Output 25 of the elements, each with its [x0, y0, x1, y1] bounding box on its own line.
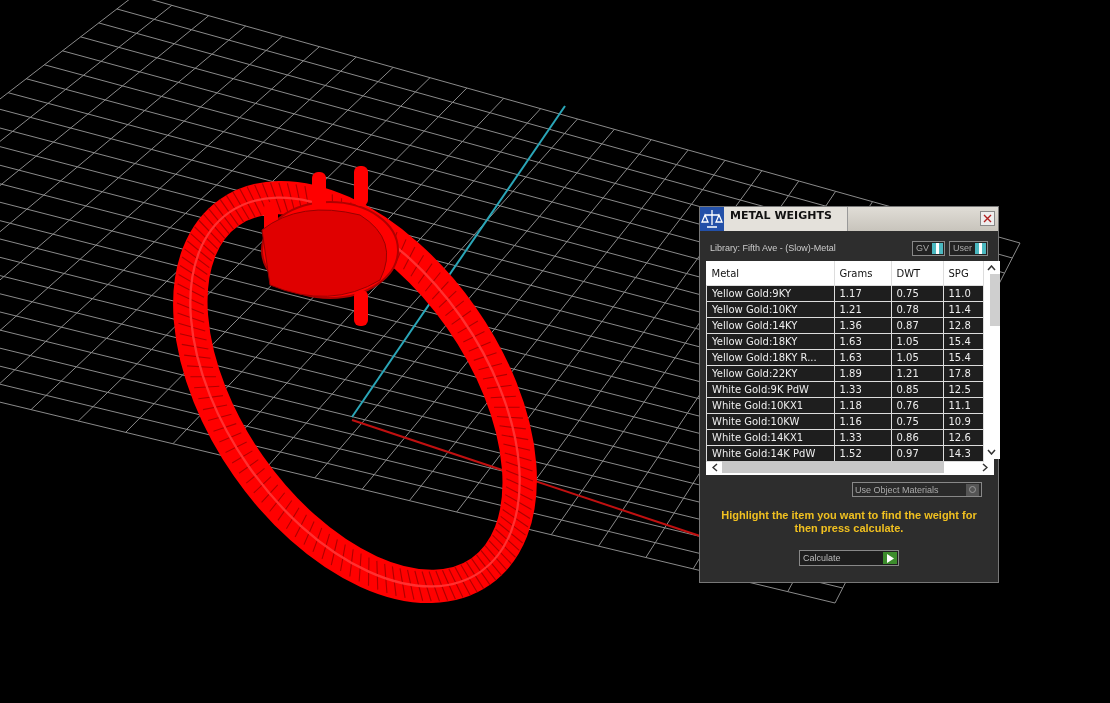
close-icon: [983, 214, 992, 223]
toggle-button[interactable]: GV: [911, 240, 945, 256]
column-header[interactable]: Metal: [706, 261, 834, 286]
table-cell: 11.0: [943, 285, 983, 302]
scroll-right-icon: [982, 462, 988, 472]
play-icon: [886, 553, 894, 563]
toggle-button[interactable]: User: [949, 240, 988, 256]
instruction-text: Highlight the item you want to find the weight for then press calculate.: [720, 509, 978, 535]
column-header[interactable]: SPG: [943, 261, 983, 286]
scroll-left-icon: [712, 462, 718, 472]
table-cell: 1.17: [834, 285, 891, 302]
scroll-down-icon: [987, 449, 996, 455]
scroll-thumb[interactable]: [989, 274, 1000, 326]
column-header[interactable]: Grams: [834, 261, 891, 286]
scale-icon: [700, 207, 724, 231]
column-header[interactable]: DWT: [891, 261, 943, 286]
calculate-button[interactable]: Calculate: [799, 550, 899, 566]
close-button[interactable]: [980, 211, 995, 226]
table-cell: 0.75: [891, 285, 943, 302]
library-label: Library: Fifth Ave - (Slow)-Metal: [709, 243, 836, 253]
table-cell: Yellow Gold:9KY: [706, 285, 834, 302]
use-object-materials-checkbox[interactable]: Use Object Materials: [852, 482, 982, 497]
scroll-thumb[interactable]: [722, 461, 944, 473]
window-title: METAL WEIGHTS: [724, 207, 848, 231]
scroll-up-icon: [987, 265, 996, 271]
